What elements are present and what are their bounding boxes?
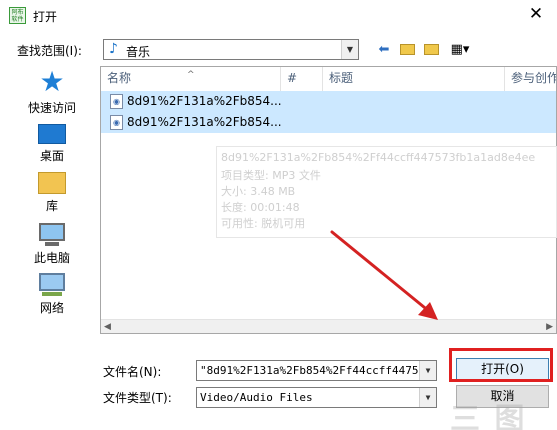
place-desktop[interactable]: 桌面 [11, 124, 93, 164]
tooltip-line: 大小: 3.48 MB [221, 185, 296, 198]
place-quick-access[interactable]: ★ 快速访问 [11, 68, 93, 116]
column-header-name[interactable]: ^ 名称 [101, 67, 281, 91]
place-library[interactable]: 库 [11, 172, 93, 214]
desktop-icon [38, 124, 66, 144]
tooltip-line: 8d91%2F131a%2Fb854%2Ff44ccff447573fb1a1a… [221, 151, 536, 164]
view-menu-icon[interactable]: ▦▾ [446, 41, 474, 59]
filetype-label: 文件类型(T): [103, 391, 172, 405]
scroll-right-icon[interactable]: ▶ [546, 320, 553, 334]
title-bar: 阿布软件 打开 ✕ [0, 0, 557, 31]
place-network[interactable]: 网络 [11, 273, 93, 316]
places-bar: ★ 快速访问 桌面 库 此电脑 网络 [11, 66, 93, 332]
tooltip-line: 项目类型: MP3 文件 [221, 169, 321, 182]
file-info-tooltip: 8d91%2F131a%2Fb854%2Ff44ccff447573fb1a1a… [216, 146, 557, 238]
filetype-select[interactable]: Video/Audio Files ▼ [196, 387, 437, 408]
chevron-down-icon[interactable]: ▼ [419, 388, 436, 407]
column-header-artist[interactable]: 参与创作 [505, 67, 556, 91]
audio-file-icon: ◉ [110, 115, 123, 130]
column-header-title[interactable]: 标题 [323, 67, 505, 91]
place-label: 库 [45, 199, 58, 213]
library-icon [38, 172, 66, 194]
lookin-value: 音乐 [126, 45, 151, 59]
filename-value: "8d91%2F131a%2Fb854%2Ff44ccff447573fb1 [200, 364, 437, 377]
file-name: 8d91%2F131a%2Fb854... [127, 94, 282, 108]
app-logo-icon: 阿布软件 [9, 7, 26, 24]
lookin-dropdown[interactable]: ♪ 音乐 ▼ [103, 39, 359, 60]
chevron-down-icon[interactable]: ▼ [341, 40, 358, 59]
filetype-value: Video/Audio Files [200, 391, 313, 404]
new-folder-icon[interactable] [421, 41, 441, 59]
music-folder-icon: ♪ [109, 41, 118, 57]
window-title: 打开 [33, 10, 58, 24]
place-label: 网络 [39, 301, 64, 315]
annotation-highlight-box [449, 348, 553, 382]
place-label: 此电脑 [33, 251, 70, 265]
place-label: 桌面 [39, 149, 64, 163]
back-arrow-icon[interactable]: ⬅ [374, 41, 394, 59]
network-icon [39, 273, 65, 291]
chevron-down-icon[interactable]: ▼ [419, 361, 436, 380]
file-row[interactable]: ◉ 8d91%2F131a%2Fb854... [101, 91, 556, 112]
file-name: 8d91%2F131a%2Fb854... [127, 115, 282, 129]
tooltip-line: 可用性: 脱机可用 [221, 217, 306, 230]
place-this-pc[interactable]: 此电脑 [11, 223, 93, 266]
close-button[interactable]: ✕ [525, 3, 547, 25]
lookin-label: 查找范围(I): [17, 44, 82, 58]
audio-file-icon: ◉ [110, 94, 123, 109]
column-header-number[interactable]: # [281, 67, 323, 91]
watermark: 三 图 [450, 402, 527, 430]
filename-label: 文件名(N): [103, 365, 162, 379]
computer-icon [39, 223, 65, 241]
scroll-left-icon[interactable]: ◀ [104, 320, 111, 334]
place-label: 快速访问 [27, 101, 76, 115]
filename-input[interactable]: "8d91%2F131a%2Fb854%2Ff44ccff447573fb1 ▼ [196, 360, 437, 381]
horizontal-scrollbar[interactable]: ◀ ▶ [101, 319, 556, 333]
star-icon: ★ [39, 65, 65, 98]
up-folder-icon[interactable] [397, 41, 417, 59]
tooltip-line: 长度: 00:01:48 [221, 201, 300, 214]
sort-ascending-icon: ^ [187, 70, 195, 80]
file-row[interactable]: ◉ 8d91%2F131a%2Fb854... [101, 112, 556, 133]
